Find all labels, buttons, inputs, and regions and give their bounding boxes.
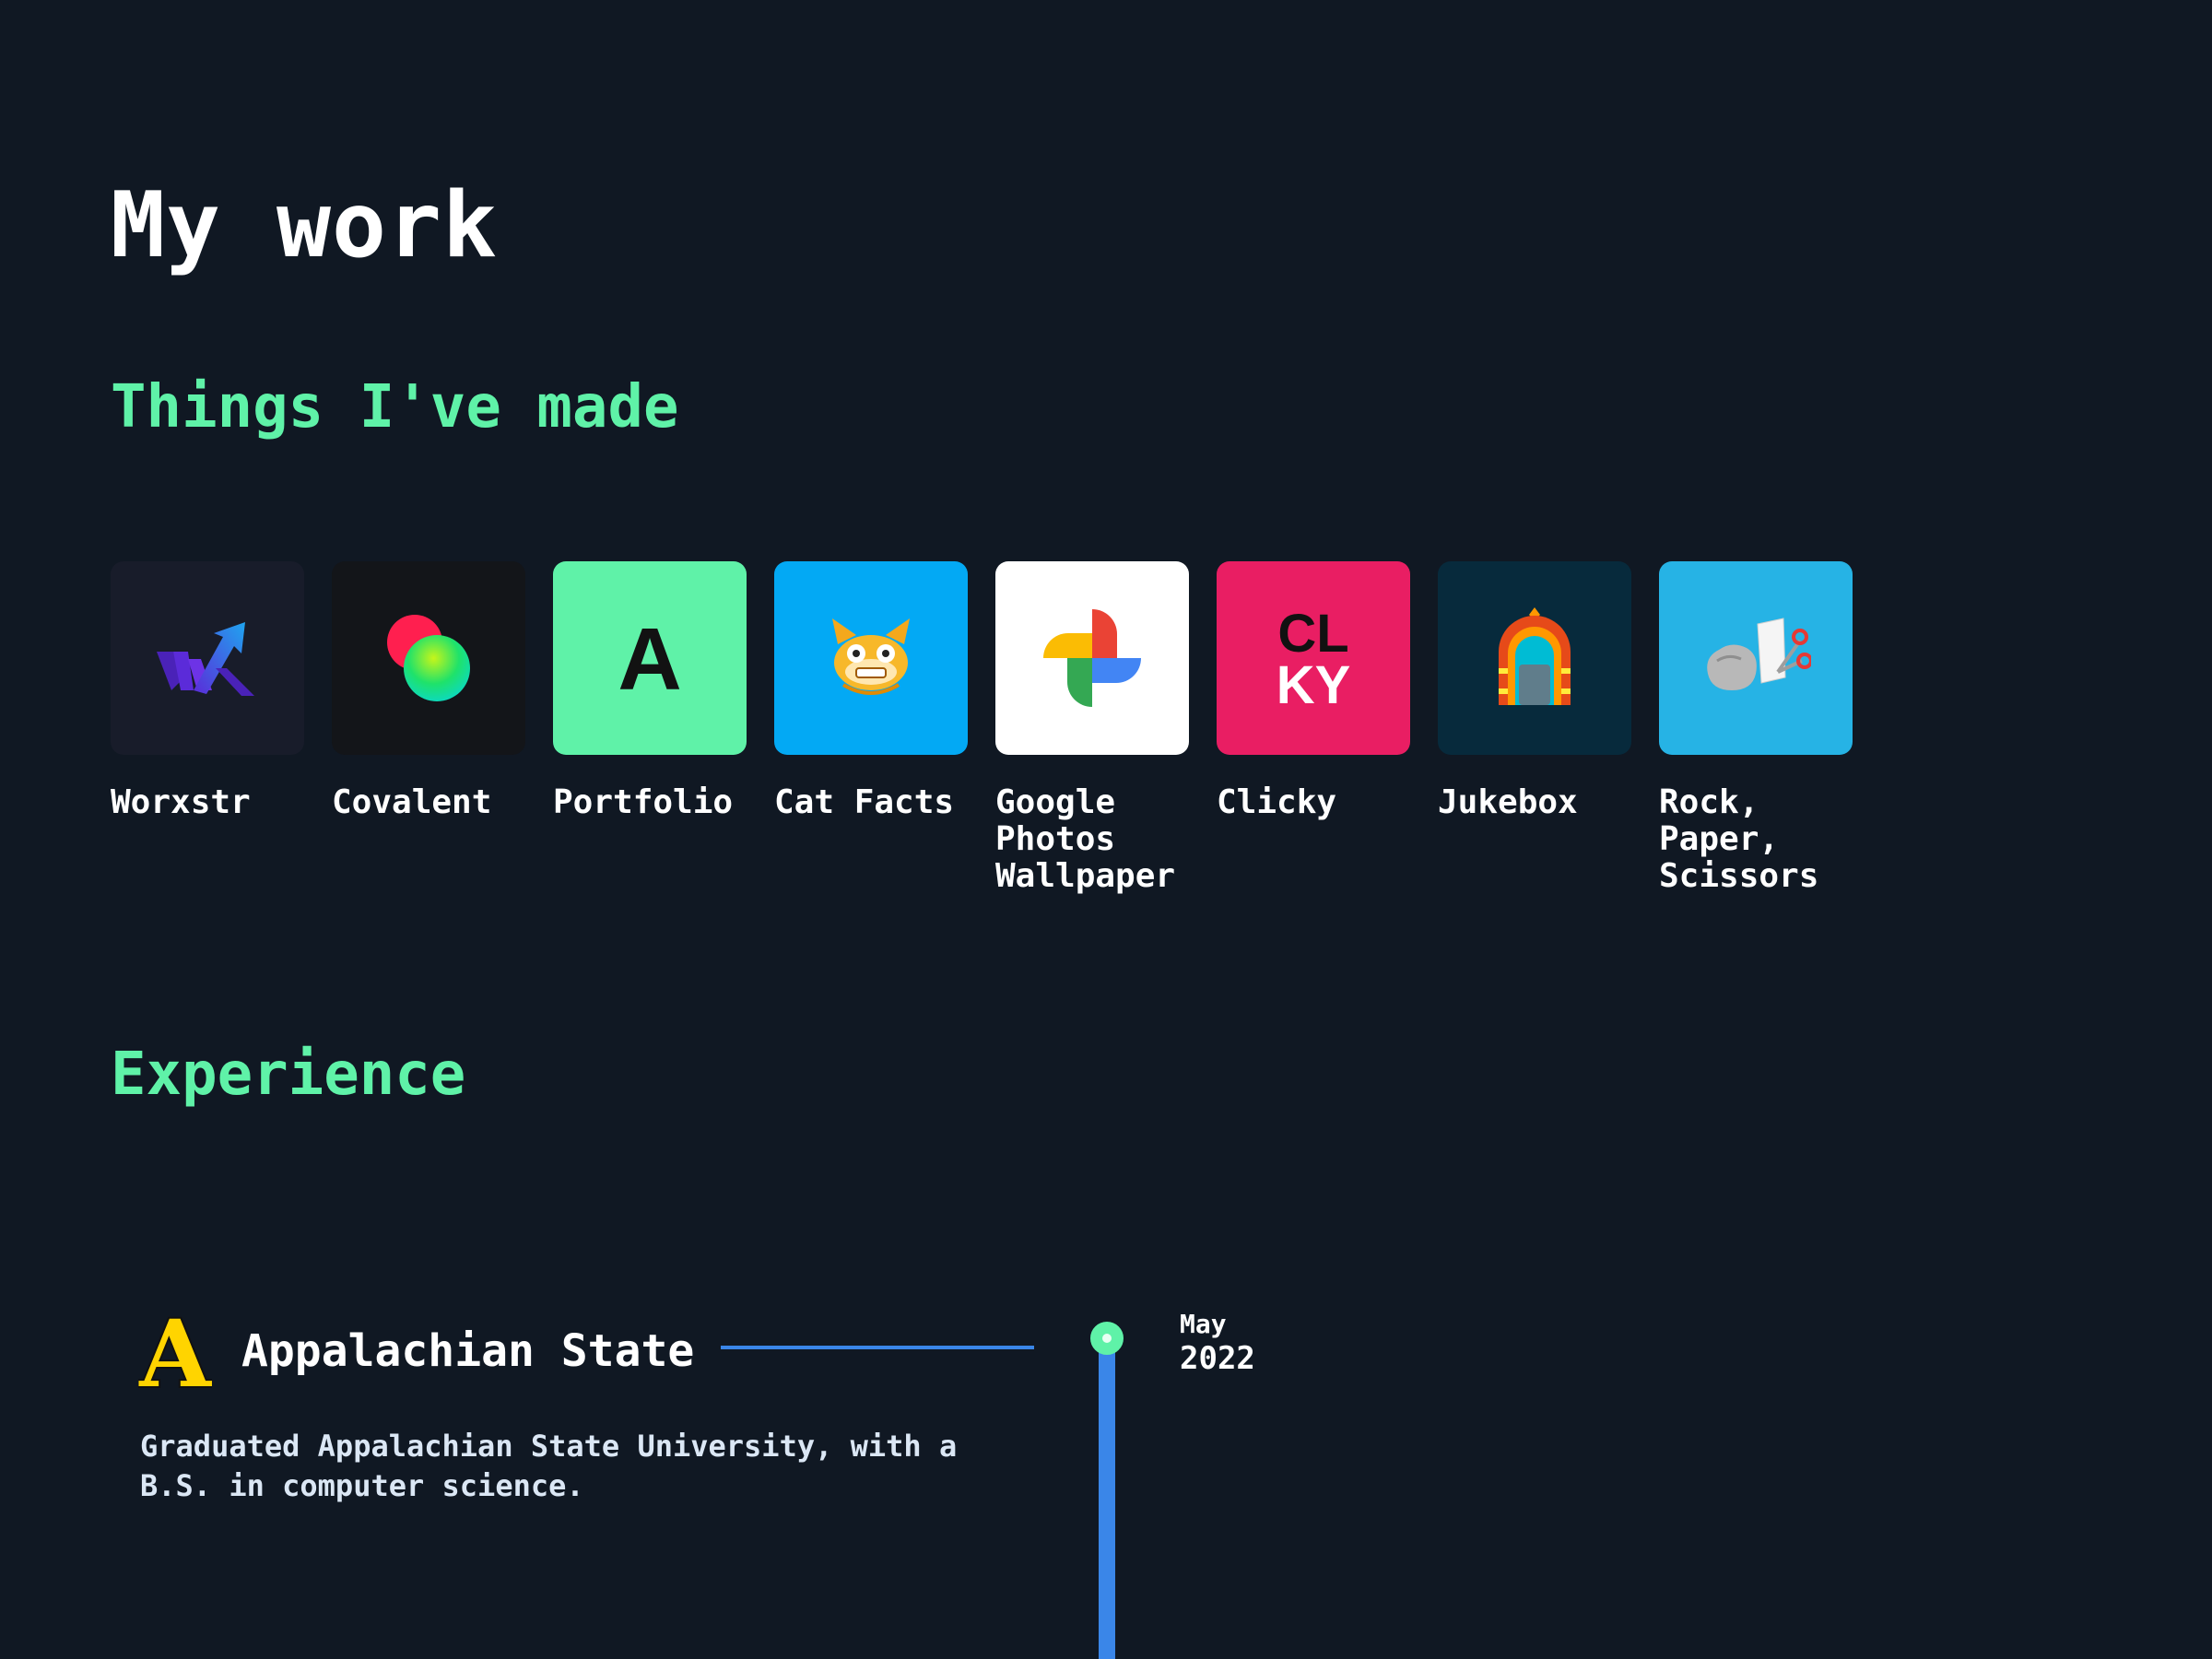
timeline-date-year: 2022	[1180, 1340, 1255, 1377]
project-name: Jukebox	[1438, 783, 1578, 821]
clicky-logo-icon: CL KY	[1217, 561, 1410, 755]
appalachian-state-a-logo: A	[136, 1298, 214, 1410]
experience-description: Graduated Appalachian State University, …	[140, 1429, 958, 1503]
project-name: Rock, Paper, Scissors	[1659, 783, 1819, 895]
project-name: Portfolio	[553, 783, 734, 821]
rock-paper-scissors-icon	[1659, 561, 1853, 755]
covalent-logo-icon	[332, 561, 525, 755]
project-card-google-photos-wallpaper[interactable]: Google Photos Wallpaper	[995, 561, 1189, 895]
timeline-dot	[1090, 1322, 1124, 1355]
project-name: Cat Facts	[774, 783, 955, 821]
project-card-clicky[interactable]: CL KY Clicky	[1217, 561, 1410, 895]
project-card-rock-paper-scissors[interactable]: Rock, Paper, Scissors	[1659, 561, 1853, 895]
google-photos-pinwheel-icon	[995, 561, 1189, 755]
experience-title: Appalachian State	[241, 1325, 695, 1377]
project-card-covalent[interactable]: Covalent	[332, 561, 525, 895]
project-name: Covalent	[332, 783, 492, 821]
project-name: Worxstr	[111, 783, 251, 821]
experience-connector-line	[721, 1346, 1034, 1349]
experience-heading: Experience	[111, 1041, 466, 1109]
things-made-heading: Things I've made	[111, 373, 679, 441]
cat-face-icon	[774, 561, 968, 755]
project-name: Google Photos Wallpaper	[995, 783, 1176, 895]
portfolio-letter-a-icon: A	[553, 561, 747, 755]
timeline-line	[1099, 1336, 1115, 1659]
jukebox-icon	[1438, 561, 1631, 755]
clicky-logo-bottom: KY	[1277, 655, 1351, 709]
portfolio-page: My work Things I've made Worxstr Covalen…	[0, 0, 2212, 1659]
project-card-cat-facts[interactable]: Cat Facts	[774, 561, 968, 895]
worxstr-logo-icon	[111, 561, 304, 755]
project-card-worxstr[interactable]: Worxstr	[111, 561, 304, 895]
portfolio-logo-letter: A	[618, 610, 681, 709]
project-card-portfolio[interactable]: A Portfolio	[553, 561, 747, 895]
timeline-date-month: May	[1180, 1309, 1227, 1339]
appalachian-logo-letter: A	[138, 1307, 212, 1390]
project-card-jukebox[interactable]: Jukebox	[1438, 561, 1631, 895]
page-title: My work	[111, 173, 499, 278]
project-name: Clicky	[1217, 783, 1337, 821]
projects-grid: Worxstr Covalent A Portfolio Cat Facts G…	[111, 561, 1853, 895]
